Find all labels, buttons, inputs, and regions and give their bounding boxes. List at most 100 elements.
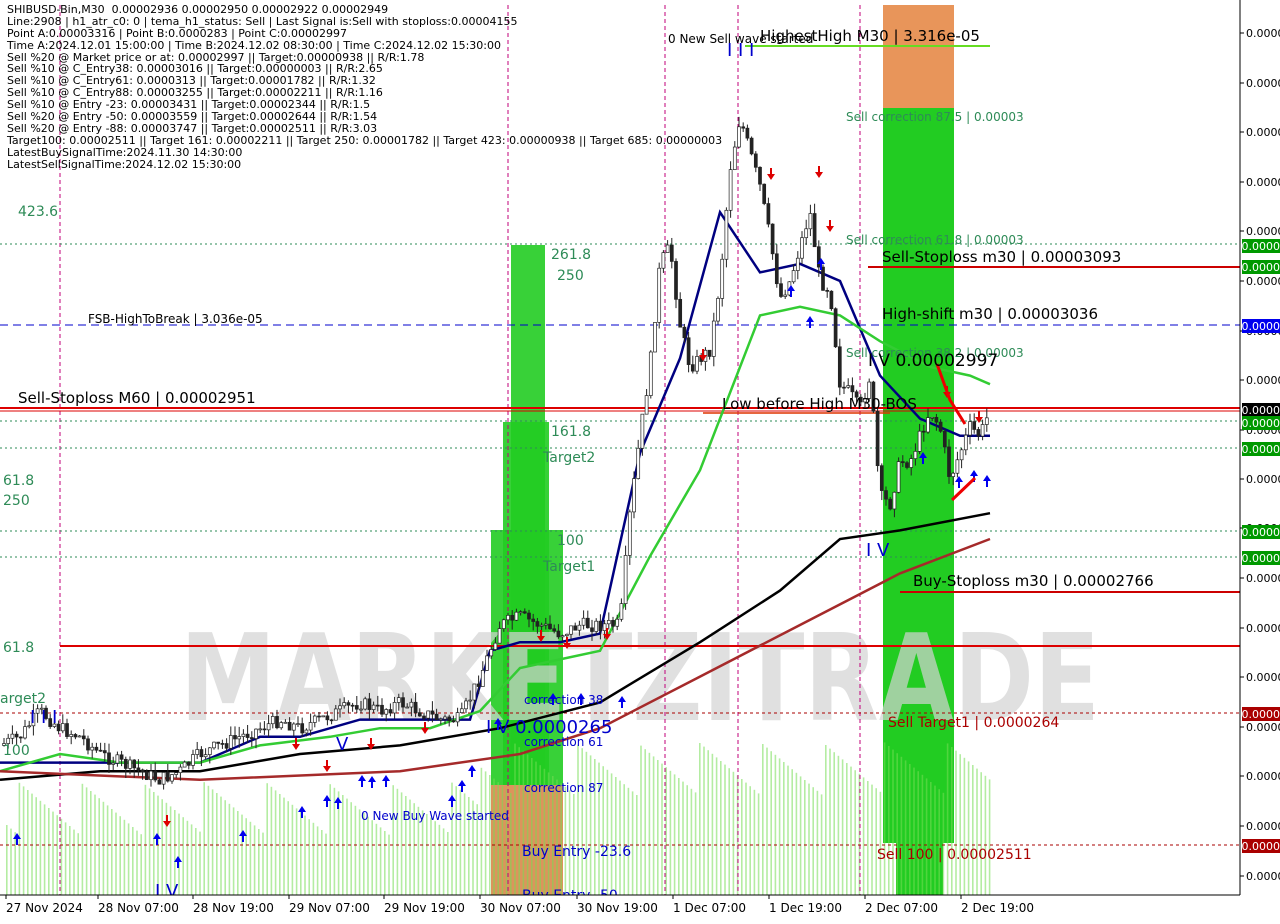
candle-body — [931, 417, 934, 418]
candle-body — [876, 411, 879, 465]
y-tick-label: 0.0000 — [1246, 275, 1280, 288]
candle-body — [74, 734, 77, 737]
candle-body — [381, 705, 384, 714]
volume-bar — [48, 808, 50, 895]
candle-body — [95, 747, 98, 750]
target2-label: Target2 — [542, 450, 595, 466]
volume-bar — [955, 751, 957, 895]
candle-body — [960, 450, 963, 460]
level-100b-label: 100 — [3, 743, 30, 759]
y-tick-label: 0.0000 — [1246, 770, 1280, 783]
candle-body — [822, 267, 825, 290]
volume-bar — [682, 782, 684, 895]
volume-bar — [216, 793, 218, 895]
volume-bar — [502, 786, 504, 895]
candle-body — [519, 612, 522, 613]
candle-body — [238, 737, 241, 739]
y-tick-label: 0.0000 — [1246, 572, 1280, 585]
candle-body — [145, 772, 148, 780]
candle-body — [99, 750, 102, 751]
volume-bar — [749, 786, 751, 895]
candle-body — [754, 154, 757, 167]
volume-bar — [577, 745, 579, 895]
sell-stoploss-m60-label: Sell-Stoploss M60 | 0.00002951 — [18, 389, 256, 407]
volume-bar — [527, 754, 529, 895]
candle-body — [948, 447, 951, 477]
candle-body — [826, 290, 829, 291]
candle-body — [817, 247, 820, 267]
candle-body — [334, 709, 337, 720]
candle-body — [326, 716, 329, 720]
volume-bar — [863, 777, 865, 895]
volume-bar — [934, 786, 936, 895]
candle-body — [893, 492, 896, 509]
candle-body — [267, 724, 270, 730]
candle-body — [339, 706, 342, 709]
candle-body — [11, 734, 14, 738]
candle-body — [435, 714, 438, 720]
volume-bar — [707, 750, 709, 895]
wave-v-label: V — [336, 734, 349, 755]
volume-bar — [199, 832, 201, 895]
volume-bar — [976, 769, 978, 895]
volume-bar — [271, 787, 273, 895]
candle-body — [87, 739, 90, 750]
volume-bar — [892, 750, 894, 895]
candle-body — [675, 261, 678, 299]
volume-bar — [737, 775, 739, 895]
candle-body — [61, 724, 64, 731]
candle-body — [645, 396, 648, 415]
volume-bar — [229, 804, 231, 895]
volume-bar — [884, 742, 886, 895]
volume-bar — [901, 757, 903, 895]
candle-body — [322, 716, 325, 717]
volume-bar — [628, 788, 630, 895]
candle-body — [985, 418, 988, 425]
volume-bar — [6, 825, 8, 895]
volume-bar — [804, 780, 806, 895]
candle-body — [246, 734, 249, 737]
candle-body — [507, 615, 510, 619]
volume-bar — [686, 785, 688, 895]
new-buy-wave-label: 0 New Buy Wave started — [361, 809, 509, 823]
x-tick-label: 1 Dec 07:00 — [673, 901, 746, 915]
candle-body — [687, 338, 690, 365]
volume-bar — [489, 775, 491, 895]
candle-body — [469, 700, 472, 701]
volume-bar — [384, 831, 386, 895]
candle-body — [918, 431, 921, 451]
candle-body — [767, 204, 770, 225]
volume-bar — [586, 752, 588, 895]
volume-bar — [938, 789, 940, 895]
candle-body — [515, 612, 518, 620]
candle-body — [532, 619, 535, 621]
candle-body — [263, 729, 266, 730]
candle-body — [150, 771, 153, 780]
candle-body — [549, 624, 552, 629]
candle-body — [897, 462, 900, 493]
volume-bar — [115, 813, 117, 895]
candle-body — [922, 431, 925, 432]
volume-bar — [52, 812, 54, 895]
candle-body — [830, 291, 833, 309]
candle-body — [738, 127, 741, 147]
level-250-label: 250 — [557, 268, 584, 284]
candle-body — [444, 717, 447, 719]
candle-body — [712, 321, 715, 356]
candle-body — [276, 716, 279, 727]
volume-bar — [812, 787, 814, 895]
buy-entry-236-label: Buy Entry -23.6 — [522, 844, 631, 860]
volume-bar — [388, 835, 390, 895]
candle-body — [221, 743, 224, 744]
price-badge-label: 0.0000 — [1242, 840, 1280, 853]
high-shift-m30-label: High-shift m30 | 0.00003036 — [882, 305, 1098, 323]
candle-body — [418, 713, 421, 716]
candle-body — [70, 734, 73, 736]
level-618c-label: 61.8 — [3, 640, 34, 656]
volume-bar — [691, 789, 693, 895]
candle-body — [880, 466, 883, 491]
volume-bar — [607, 770, 609, 895]
candle-body — [292, 724, 295, 730]
volume-bar — [565, 787, 567, 895]
volume-bar — [674, 774, 676, 895]
